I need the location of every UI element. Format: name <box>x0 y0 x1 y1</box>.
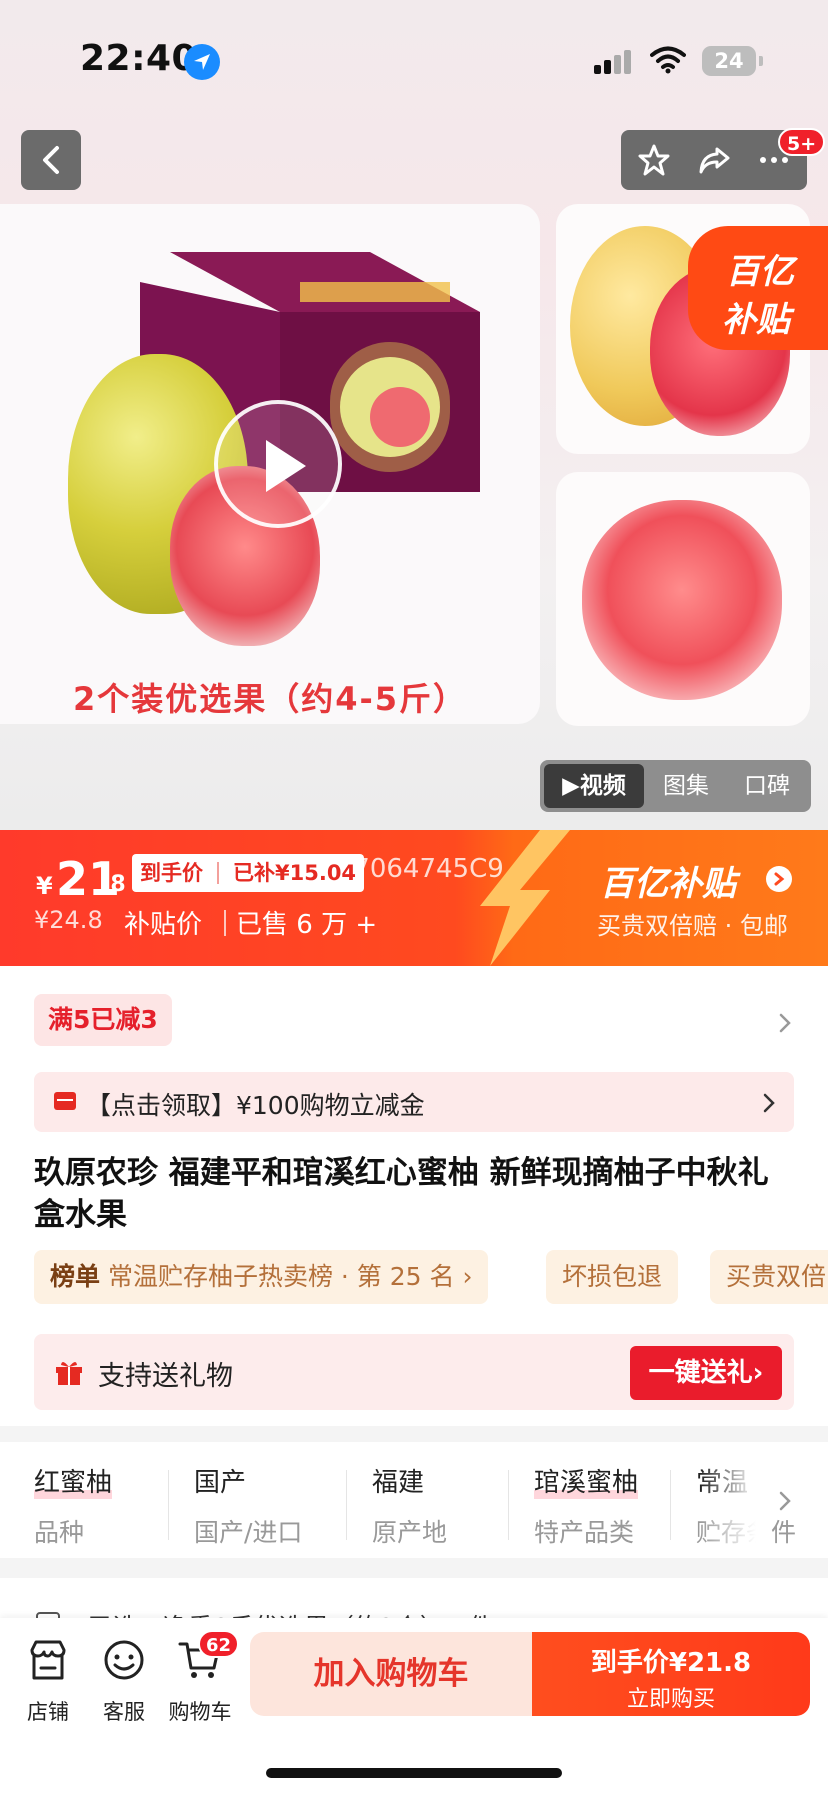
thumbnail-image-2[interactable] <box>556 472 810 726</box>
subsidized-amount: 已补¥15.04 <box>233 861 357 885</box>
back-button[interactable] <box>21 130 81 190</box>
final-price-label: 到手价 <box>140 861 203 885</box>
spec-key: 国产/进口 <box>194 1518 303 1547</box>
spec-variety: 红蜜柚 品种 <box>34 1462 113 1549</box>
original-price: ¥24.8 <box>34 906 103 934</box>
spec-value: 红蜜柚 <box>34 1462 113 1499</box>
pomelo-pulp-image <box>582 500 782 700</box>
buy-now-label: 立即购买 <box>626 1687 715 1712</box>
spec-key: 原产地 <box>372 1518 448 1547</box>
product-specs[interactable]: 红蜜柚 品种 国产 国产/进口 福建 原产地 琯溪蜜柚 特产品类 常温 贮存条件 <box>0 1442 828 1558</box>
subsidy-badge-line2: 补贴 <box>722 300 790 340</box>
subsidy-badge: 百亿 补贴 <box>688 226 828 350</box>
product-gallery[interactable]: 22:40 24 5+ 2个装优选果（约4-5斤） 百亿 补贴 ▶视频 图集 口… <box>0 0 828 830</box>
subsidy-program-logo: 百亿补贴 <box>600 864 736 904</box>
main-product-image[interactable]: 2个装优选果（约4-5斤） <box>0 204 540 724</box>
location-arrow-icon <box>184 44 220 80</box>
price-decimal: .8 <box>102 872 126 897</box>
image-caption: 2个装优选果（约4-5斤） <box>72 680 468 718</box>
gift-text: 支持送礼物 <box>98 1361 233 1392</box>
product-title: 玖原农珍 福建平和琯溪红心蜜柚 新鲜现摘柚子中秋礼盒水果 <box>34 1155 769 1233</box>
spec-origin-type: 国产 国产/进口 <box>194 1462 302 1549</box>
subsidy-badge-line1: 百亿 <box>726 252 794 292</box>
buy-now-price: 到手价¥21.8 <box>590 1648 752 1678</box>
tab-reviews[interactable]: 口碑 <box>728 764 806 808</box>
add-to-cart-button[interactable]: 加入购物车 <box>250 1632 532 1716</box>
tab-gallery[interactable]: 图集 <box>648 764 724 808</box>
final-price-chip: 到手价 已补¥15.04 <box>132 854 365 892</box>
coupon-bar[interactable]: 【点击领取】¥100购物立减金 <box>34 1072 794 1132</box>
spec-value: 国产 <box>194 1468 247 1498</box>
gift-icon <box>56 1361 82 1385</box>
customer-service-icon <box>104 1640 144 1680</box>
star-icon[interactable] <box>637 143 671 177</box>
share-icon[interactable] <box>697 143 731 177</box>
product-detail-card: 满5已减3 【点击领取】¥100购物立减金 玖原农珍 福建平和琯溪红心蜜柚 新鲜… <box>0 966 828 1426</box>
spec-value: 福建 <box>372 1468 425 1498</box>
spec-key: 特产品类 <box>534 1518 635 1547</box>
damage-refund-tag[interactable]: 坏损包退 <box>546 1250 679 1304</box>
ranking-tag-text: 常温贮存柚子热卖榜 · 第 25 名 › <box>107 1262 473 1291</box>
spec-origin: 福建 原产地 <box>372 1462 447 1549</box>
cart-label: 购物车 <box>168 1700 232 1724</box>
sold-count: 已售 6 万 + <box>223 904 377 941</box>
store-icon <box>30 1640 66 1680</box>
spec-category: 琯溪蜜柚 特产品类 <box>534 1462 639 1549</box>
chevron-right-icon <box>763 1093 775 1113</box>
price-guarantee-tag[interactable]: 买贵双倍 <box>710 1250 828 1304</box>
cart-count-badge: 62 <box>198 1630 240 1658</box>
status-bar: 22:40 24 <box>0 0 828 120</box>
buy-now-button[interactable]: 到手价¥21.8 立即购买 <box>532 1632 810 1716</box>
cellular-signal-icon <box>594 50 634 74</box>
coupon-text: 【点击领取】¥100购物立减金 <box>86 1091 425 1120</box>
chevron-right-icon[interactable] <box>778 1012 792 1034</box>
currency-symbol: ¥ <box>36 872 53 900</box>
tags-row: 榜单 常温贮存柚子热卖榜 · 第 25 名 › 坏损包退 买贵双倍 <box>34 1250 828 1304</box>
home-indicator[interactable] <box>266 1768 562 1778</box>
tab-video[interactable]: ▶视频 <box>544 764 644 808</box>
chevron-right-icon[interactable] <box>766 866 792 892</box>
store-button[interactable]: 店铺 <box>12 1638 84 1726</box>
status-time: 22:40 <box>80 38 198 79</box>
media-tabs: ▶视频 图集 口碑 <box>540 760 811 812</box>
coupon-icon <box>54 1092 76 1110</box>
promotion-tag[interactable]: 满5已减3 <box>34 994 172 1046</box>
subsidy-price-label: 补贴价 <box>124 910 203 940</box>
gift-bar[interactable]: 支持送礼物 一键送礼› <box>34 1334 794 1410</box>
play-video-button[interactable] <box>214 400 342 528</box>
customer-service-label: 客服 <box>103 1700 145 1724</box>
customer-service-button[interactable]: 客服 <box>88 1638 160 1726</box>
notification-badge: 5+ <box>778 128 826 156</box>
send-gift-button[interactable]: 一键送礼› <box>630 1346 782 1400</box>
spec-value: 琯溪蜜柚 <box>534 1462 639 1499</box>
store-label: 店铺 <box>27 1700 69 1724</box>
ranking-tag-label: 榜单 <box>50 1262 101 1291</box>
battery-icon: 24 <box>702 46 763 76</box>
wifi-icon <box>650 46 686 74</box>
spec-key: 品种 <box>34 1518 85 1547</box>
ranking-tag[interactable]: 榜单 常温贮存柚子热卖榜 · 第 25 名 › <box>34 1250 489 1304</box>
chevron-left-icon <box>43 146 59 174</box>
battery-level: 24 <box>714 49 744 73</box>
play-icon <box>266 440 306 492</box>
price-banner[interactable]: ¥ 21 .8 报号:17064745C9 到手价 已补¥15.04 ¥24.8… <box>0 830 828 966</box>
chevron-right-icon[interactable] <box>778 1490 792 1512</box>
subsidy-program-subtitle: 买贵双倍赔 · 包邮 <box>597 912 788 940</box>
